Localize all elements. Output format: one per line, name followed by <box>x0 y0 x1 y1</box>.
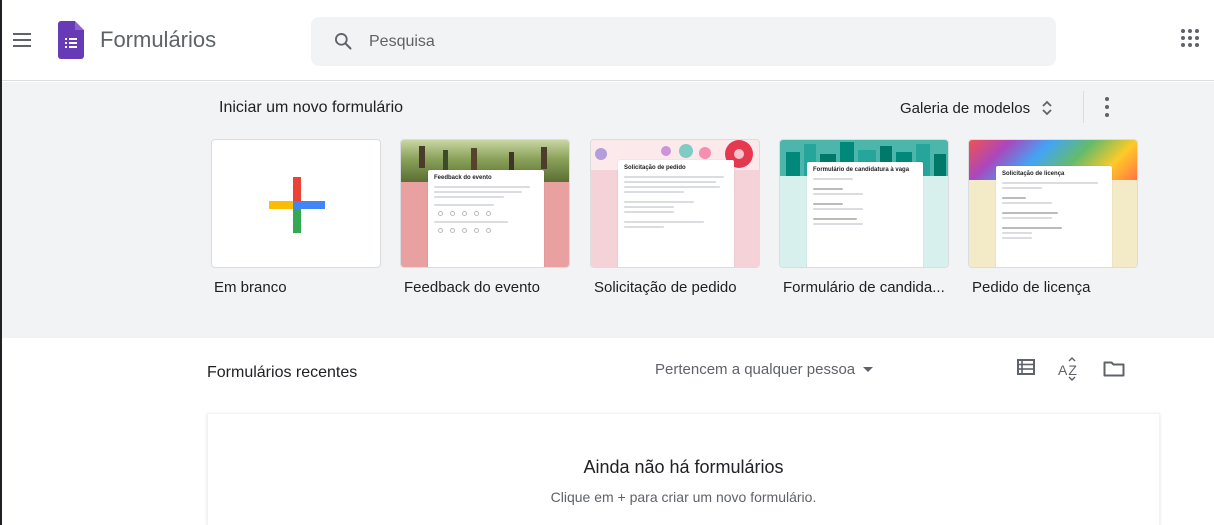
more-vert-icon[interactable] <box>1099 96 1115 118</box>
app-title[interactable]: Formulários <box>100 27 216 53</box>
empty-state-panel: Ainda não há formulários Clique em + par… <box>207 413 1160 525</box>
template-card-blank[interactable] <box>211 139 381 268</box>
template-label-leave-request[interactable]: Pedido de licença <box>972 279 1090 296</box>
template-card-order-request[interactable]: Solicitação de pedido <box>590 139 760 268</box>
plus-icon <box>269 177 325 233</box>
template-label-order-request[interactable]: Solicitação de pedido <box>594 279 737 296</box>
owner-filter-label: Pertencem a qualquer pessoa <box>655 360 856 378</box>
divider <box>1083 91 1084 123</box>
template-preview: Formulário de candidatura à vaga <box>807 162 923 267</box>
list-view-icon[interactable] <box>1017 359 1035 375</box>
template-preview: Solicitação de pedido <box>618 160 734 267</box>
search-input[interactable] <box>369 17 1029 66</box>
sort-az-icon[interactable]: AZ <box>1058 357 1084 381</box>
template-preview: Solicitação de licença <box>996 166 1112 267</box>
section-title: Iniciar um novo formulário <box>219 99 404 116</box>
template-card-job-application[interactable]: Formulário de candidatura à vaga <box>779 139 949 268</box>
template-label-event-feedback[interactable]: Feedback do evento <box>404 279 540 296</box>
template-gallery-button[interactable]: Galeria de modelos <box>900 96 1054 120</box>
top-app-bar: Formulários <box>0 0 1214 81</box>
template-preview: Feedback do evento <box>428 170 544 267</box>
template-card-leave-request[interactable]: Solicitação de licença <box>968 139 1138 268</box>
template-gallery-section: Iniciar um novo formulário Galeria de mo… <box>0 82 1214 338</box>
template-gallery-label: Galeria de modelos <box>900 99 1031 117</box>
template-label-blank[interactable]: Em branco <box>214 279 287 296</box>
apps-grid-icon[interactable] <box>1180 28 1202 50</box>
template-label-job-application[interactable]: Formulário de candida... <box>783 279 945 296</box>
empty-state-title: Ainda não há formulários <box>583 457 784 477</box>
hamburger-menu-icon[interactable] <box>10 28 34 52</box>
search-icon[interactable] <box>333 31 353 51</box>
search-bar[interactable] <box>311 17 1056 66</box>
template-card-event-feedback[interactable]: Feedback do evento <box>400 139 570 268</box>
sort-arrows-icon <box>1042 100 1052 116</box>
folder-icon[interactable] <box>1103 360 1125 377</box>
empty-state-subtitle: Clique em + para criar um novo formulári… <box>550 489 817 505</box>
owner-filter-dropdown[interactable]: Pertencem a qualquer pessoa <box>655 358 874 380</box>
recent-forms-title: Formulários recentes <box>207 364 358 381</box>
forms-logo-icon[interactable] <box>58 21 84 59</box>
dropdown-arrow-icon <box>863 366 874 372</box>
window-border-left <box>0 0 2 525</box>
